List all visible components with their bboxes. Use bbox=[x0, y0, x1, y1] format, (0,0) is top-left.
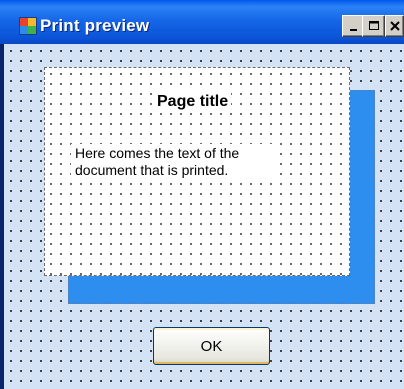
ok-button[interactable]: OK bbox=[153, 327, 270, 365]
print-preview-app-icon bbox=[19, 17, 37, 35]
page-title: Page title bbox=[154, 92, 232, 112]
maximize-icon bbox=[368, 21, 379, 30]
page-body-text: Here comes the text of the document that… bbox=[71, 144, 279, 180]
maximize-button[interactable] bbox=[362, 15, 385, 37]
window-title: Print preview bbox=[40, 16, 150, 35]
close-button[interactable] bbox=[385, 15, 404, 37]
minimize-icon bbox=[349, 29, 357, 31]
print-preview-window: Print preview Page title Here comes the … bbox=[0, 0, 404, 389]
close-icon bbox=[389, 21, 400, 31]
title-bar[interactable]: Print preview bbox=[0, 0, 404, 44]
